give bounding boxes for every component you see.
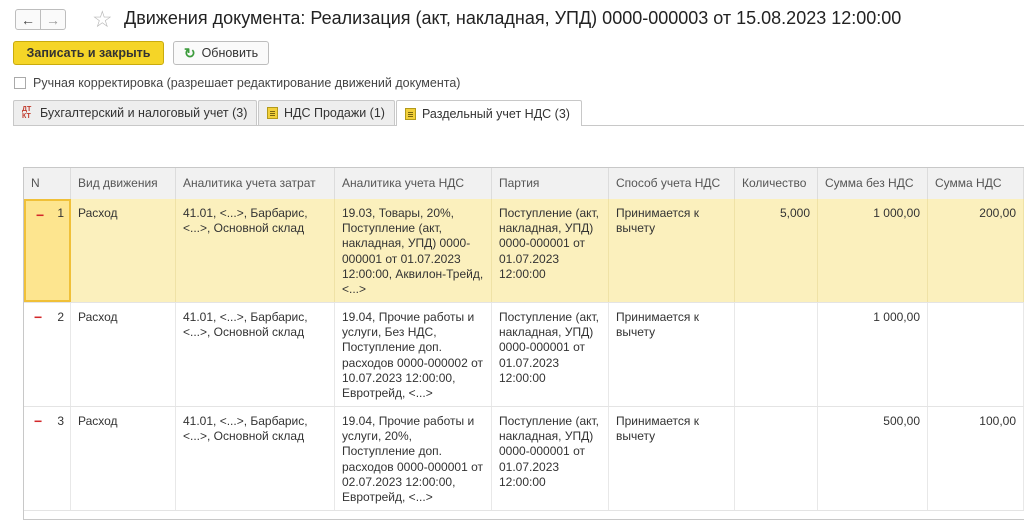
movement-cell[interactable]: Расход bbox=[71, 199, 176, 302]
row-number-cell[interactable]: − 3 bbox=[24, 407, 71, 510]
movements-table: N Вид движения Аналитика учета затрат Ан… bbox=[23, 167, 1024, 520]
tab-label: Бухгалтерский и налоговый учет (3) bbox=[40, 106, 248, 120]
table-row[interactable]: − 2 Расход 41.01, <...>, Барбарис, <...>… bbox=[24, 303, 1024, 407]
manual-adjust-checkbox[interactable] bbox=[14, 77, 26, 89]
manual-adjust-row: Ручная корректировка (разрешает редактир… bbox=[14, 76, 460, 90]
vat-method-cell[interactable]: Принимается к вычету bbox=[609, 407, 735, 510]
tab-accounting[interactable]: ДТ КТ Бухгалтерский и налоговый учет (3) bbox=[13, 100, 257, 125]
quantity-cell[interactable] bbox=[735, 303, 818, 406]
sum-without-vat-cell[interactable]: 500,00 bbox=[818, 407, 928, 510]
favorite-star-icon[interactable]: ☆ bbox=[92, 6, 113, 32]
forward-button[interactable]: → bbox=[40, 9, 66, 30]
cost-analytics-cell[interactable]: 41.01, <...>, Барбарис, <...>, Основной … bbox=[176, 407, 335, 510]
column-header[interactable]: Способ учета НДС bbox=[609, 168, 735, 199]
row-number: 2 bbox=[57, 310, 64, 324]
row-number: 1 bbox=[57, 206, 64, 220]
sum-without-vat-cell[interactable]: 1 000,00 bbox=[818, 199, 928, 302]
register-icon bbox=[405, 107, 416, 120]
quantity-cell[interactable] bbox=[735, 407, 818, 510]
refresh-button[interactable]: ↻ Обновить bbox=[173, 41, 269, 65]
table-row[interactable]: − 1 Расход 41.01, <...>, Барбарис, <...>… bbox=[24, 199, 1024, 303]
sum-without-vat-cell[interactable]: 1 000,00 bbox=[818, 303, 928, 406]
column-header[interactable]: Вид движения bbox=[71, 168, 176, 199]
expense-minus-icon: − bbox=[36, 207, 45, 223]
cost-analytics-cell[interactable]: 41.01, <...>, Барбарис, <...>, Основной … bbox=[176, 199, 335, 302]
vat-sum-cell[interactable] bbox=[928, 303, 1024, 406]
expense-minus-icon: − bbox=[34, 413, 43, 429]
tab-label: НДС Продажи (1) bbox=[284, 106, 385, 120]
batch-cell[interactable]: Поступление (акт, накладная, УПД) 0000-0… bbox=[492, 303, 609, 406]
column-header[interactable]: Сумма без НДС bbox=[818, 168, 928, 199]
vat-method-cell[interactable]: Принимается к вычету bbox=[609, 199, 735, 302]
row-number-cell[interactable]: − 1 bbox=[24, 199, 71, 302]
column-header[interactable]: Сумма НДС bbox=[928, 168, 1024, 199]
movement-cell[interactable]: Расход bbox=[71, 303, 176, 406]
cost-analytics-cell[interactable]: 41.01, <...>, Барбарис, <...>, Основной … bbox=[176, 303, 335, 406]
batch-cell[interactable]: Поступление (акт, накладная, УПД) 0000-0… bbox=[492, 407, 609, 510]
vat-analytics-cell[interactable]: 19.04, Прочие работы и услуги, 20%, Пост… bbox=[335, 407, 492, 510]
column-header[interactable]: Партия bbox=[492, 168, 609, 199]
tab-label: Раздельный учет НДС (3) bbox=[422, 106, 570, 121]
column-header[interactable]: Количество bbox=[735, 168, 818, 199]
arrow-right-icon: → bbox=[46, 11, 60, 28]
movement-cell[interactable]: Расход bbox=[71, 407, 176, 510]
vat-sum-cell[interactable]: 200,00 bbox=[928, 199, 1024, 302]
vat-method-cell[interactable]: Принимается к вычету bbox=[609, 303, 735, 406]
tab-bar: ДТ КТ Бухгалтерский и налоговый учет (3) … bbox=[13, 100, 1024, 126]
arrow-left-icon: ← bbox=[21, 11, 35, 28]
column-header[interactable]: N bbox=[24, 168, 71, 199]
refresh-label: Обновить bbox=[201, 46, 259, 60]
row-number: 3 bbox=[57, 414, 64, 428]
table-header: N Вид движения Аналитика учета затрат Ан… bbox=[24, 168, 1024, 200]
dt-kt-icon: ДТ КТ bbox=[22, 106, 32, 120]
manual-adjust-label[interactable]: Ручная корректировка (разрешает редактир… bbox=[33, 76, 460, 90]
quantity-cell[interactable]: 5,000 bbox=[735, 199, 818, 302]
table-row[interactable]: − 3 Расход 41.01, <...>, Барбарис, <...>… bbox=[24, 407, 1024, 511]
back-button[interactable]: ← bbox=[15, 9, 41, 30]
column-header[interactable]: Аналитика учета НДС bbox=[335, 168, 492, 199]
refresh-icon: ↻ bbox=[183, 44, 196, 61]
save-and-close-button[interactable]: Записать и закрыть bbox=[13, 41, 164, 65]
column-header[interactable]: Аналитика учета затрат bbox=[176, 168, 335, 199]
tab-vat-sales[interactable]: НДС Продажи (1) bbox=[258, 100, 395, 125]
title-bar: ← → ☆ Движения документа: Реализация (ак… bbox=[0, 0, 1024, 40]
expense-minus-icon: − bbox=[34, 309, 43, 325]
vat-analytics-cell[interactable]: 19.03, Товары, 20%, Поступление (акт, на… bbox=[335, 199, 492, 302]
tab-separate-vat[interactable]: Раздельный учет НДС (3) bbox=[396, 100, 582, 126]
batch-cell[interactable]: Поступление (акт, накладная, УПД) 0000-0… bbox=[492, 199, 609, 302]
vat-sum-cell[interactable]: 100,00 bbox=[928, 407, 1024, 510]
row-number-cell[interactable]: − 2 bbox=[24, 303, 71, 406]
vat-analytics-cell[interactable]: 19.04, Прочие работы и услуги, Без НДС, … bbox=[335, 303, 492, 406]
register-icon bbox=[267, 107, 278, 119]
page-title: Движения документа: Реализация (акт, нак… bbox=[124, 8, 902, 28]
